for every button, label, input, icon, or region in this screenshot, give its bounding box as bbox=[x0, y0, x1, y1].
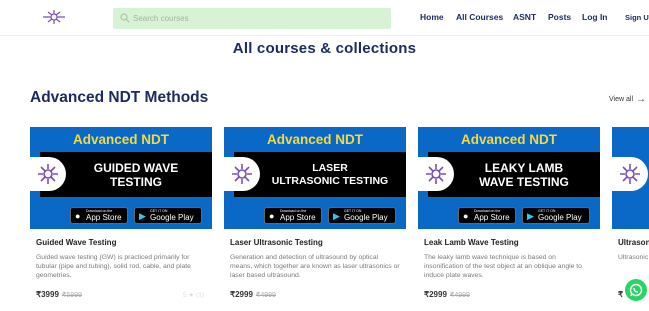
ndt-logo-icon bbox=[426, 164, 446, 184]
app-store-label: App Store bbox=[86, 213, 122, 222]
apple-icon: ● bbox=[75, 211, 81, 221]
course-description: Guided wave testing (GW) is practiced pr… bbox=[36, 254, 191, 279]
google-play-badge[interactable]: ▶ GET IT ON Google Play bbox=[522, 207, 590, 224]
app-store-badge[interactable]: ● Download on the App Store bbox=[70, 207, 128, 224]
google-play-icon: ▶ bbox=[139, 211, 146, 221]
current-price: ₹3999 bbox=[36, 290, 59, 299]
old-price: ₹5999 bbox=[61, 292, 82, 299]
arrow-right-icon: → bbox=[636, 94, 646, 105]
course-card[interactable]: Ultrasonic Ultrasonic useful fo ₹ bbox=[612, 127, 649, 303]
store-badges: ● Download on the App Store ▶ GET IT ON … bbox=[418, 207, 600, 225]
current-price: ₹2999 bbox=[424, 290, 447, 299]
course-description: The leaky lamb wave technique is based o… bbox=[424, 254, 582, 279]
apple-icon: ● bbox=[269, 211, 275, 221]
nav-sign-up[interactable]: Sign Up bbox=[625, 13, 649, 22]
course-title[interactable]: Guided Wave Testing bbox=[36, 238, 116, 247]
ndt-badge bbox=[418, 157, 454, 191]
course-description: Ultrasonic useful fo bbox=[618, 254, 649, 261]
apple-icon: ● bbox=[463, 211, 469, 221]
course-card[interactable]: Advanced NDT GUIDED WAVE TESTING ● Downl… bbox=[30, 127, 212, 303]
course-title[interactable]: Leak Lamb Wave Testing bbox=[424, 238, 519, 247]
search-input[interactable] bbox=[133, 8, 383, 29]
app-store-label: App Store bbox=[474, 213, 510, 222]
old-price: ₹4999 bbox=[255, 292, 276, 299]
ndt-badge bbox=[30, 157, 66, 191]
banner-course-name: LASER ULTRASONIC TESTING bbox=[271, 161, 389, 187]
ndt-logo-icon bbox=[620, 164, 640, 184]
course-card[interactable]: Advanced NDT LEAKY LAMB WAVE TESTING ● D… bbox=[418, 127, 600, 303]
google-play-badge[interactable]: ▶ GET IT ON Google Play bbox=[328, 207, 396, 224]
course-banner[interactable]: Advanced NDT GUIDED WAVE TESTING ● Downl… bbox=[30, 127, 212, 229]
nav-log-in[interactable]: Log In bbox=[582, 12, 608, 22]
google-play-icon: ▶ bbox=[333, 211, 340, 221]
top-header: Home All Courses ASNT Posts Log In Sign … bbox=[0, 0, 649, 36]
app-store-label: App Store bbox=[280, 213, 316, 222]
course-price: ₹3999 ₹5999 bbox=[36, 290, 82, 299]
course-banner[interactable]: Advanced NDT LEAKY LAMB WAVE TESTING ● D… bbox=[418, 127, 600, 229]
view-all-link[interactable]: View all → bbox=[609, 93, 646, 105]
ndt-logo-icon bbox=[38, 164, 58, 184]
whatsapp-button[interactable] bbox=[625, 279, 647, 301]
view-all-label: View all bbox=[609, 96, 633, 103]
store-badges: ● Download on the App Store ▶ GET IT ON … bbox=[224, 207, 406, 225]
old-price: ₹4999 bbox=[449, 292, 470, 299]
banner-course-name: GUIDED WAVE TESTING bbox=[93, 160, 179, 189]
course-price: ₹ bbox=[618, 290, 623, 299]
course-banner[interactable] bbox=[612, 127, 649, 229]
course-price: ₹2999 ₹4999 bbox=[230, 290, 276, 299]
app-store-badge[interactable]: ● Download on the App Store bbox=[458, 207, 516, 224]
store-badges: ● Download on the App Store ▶ GET IT ON … bbox=[30, 207, 212, 225]
course-description: Generation and detection of ultrasound b… bbox=[230, 254, 400, 279]
google-play-badge[interactable]: ▶ GET IT ON Google Play bbox=[134, 207, 202, 224]
page-title: All courses & collections bbox=[232, 40, 417, 57]
ndt-logo-icon[interactable] bbox=[40, 9, 68, 25]
banner-heading: Advanced NDT bbox=[266, 132, 364, 147]
course-title[interactable]: Laser Ultrasonic Testing bbox=[230, 238, 323, 247]
banner-course-name: LEAKY LAMB WAVE TESTING bbox=[479, 160, 569, 189]
search-bar[interactable] bbox=[113, 8, 391, 29]
course-title[interactable]: Ultrasonic bbox=[618, 238, 649, 247]
banner-heading: Advanced NDT bbox=[72, 132, 170, 147]
course-price: ₹2999 ₹4999 bbox=[424, 290, 470, 299]
whatsapp-icon bbox=[629, 283, 643, 297]
course-banner[interactable]: Advanced NDT LASER ULTRASONIC TESTING ● … bbox=[224, 127, 406, 229]
search-icon bbox=[120, 13, 130, 23]
section-title: Advanced NDT Methods bbox=[30, 89, 209, 106]
current-price: ₹2999 bbox=[230, 290, 253, 299]
google-play-label: Google Play bbox=[344, 213, 388, 222]
ndt-logo-icon bbox=[232, 164, 252, 184]
course-rating: 5 ★ (1) bbox=[183, 292, 204, 299]
banner-heading: Advanced NDT bbox=[460, 132, 558, 147]
course-card[interactable]: Advanced NDT LASER ULTRASONIC TESTING ● … bbox=[224, 127, 406, 303]
app-store-badge[interactable]: ● Download on the App Store bbox=[264, 207, 322, 224]
current-price: ₹ bbox=[618, 290, 624, 299]
google-play-label: Google Play bbox=[150, 213, 194, 222]
google-play-icon: ▶ bbox=[527, 211, 534, 221]
ndt-badge bbox=[612, 157, 648, 191]
ndt-badge bbox=[224, 157, 260, 191]
nav-posts[interactable]: Posts bbox=[548, 12, 571, 22]
google-play-label: Google Play bbox=[538, 213, 582, 222]
nav-home[interactable]: Home bbox=[420, 12, 444, 22]
nav-all-courses[interactable]: All Courses bbox=[456, 12, 503, 22]
nav-asnt[interactable]: ASNT bbox=[513, 12, 536, 22]
